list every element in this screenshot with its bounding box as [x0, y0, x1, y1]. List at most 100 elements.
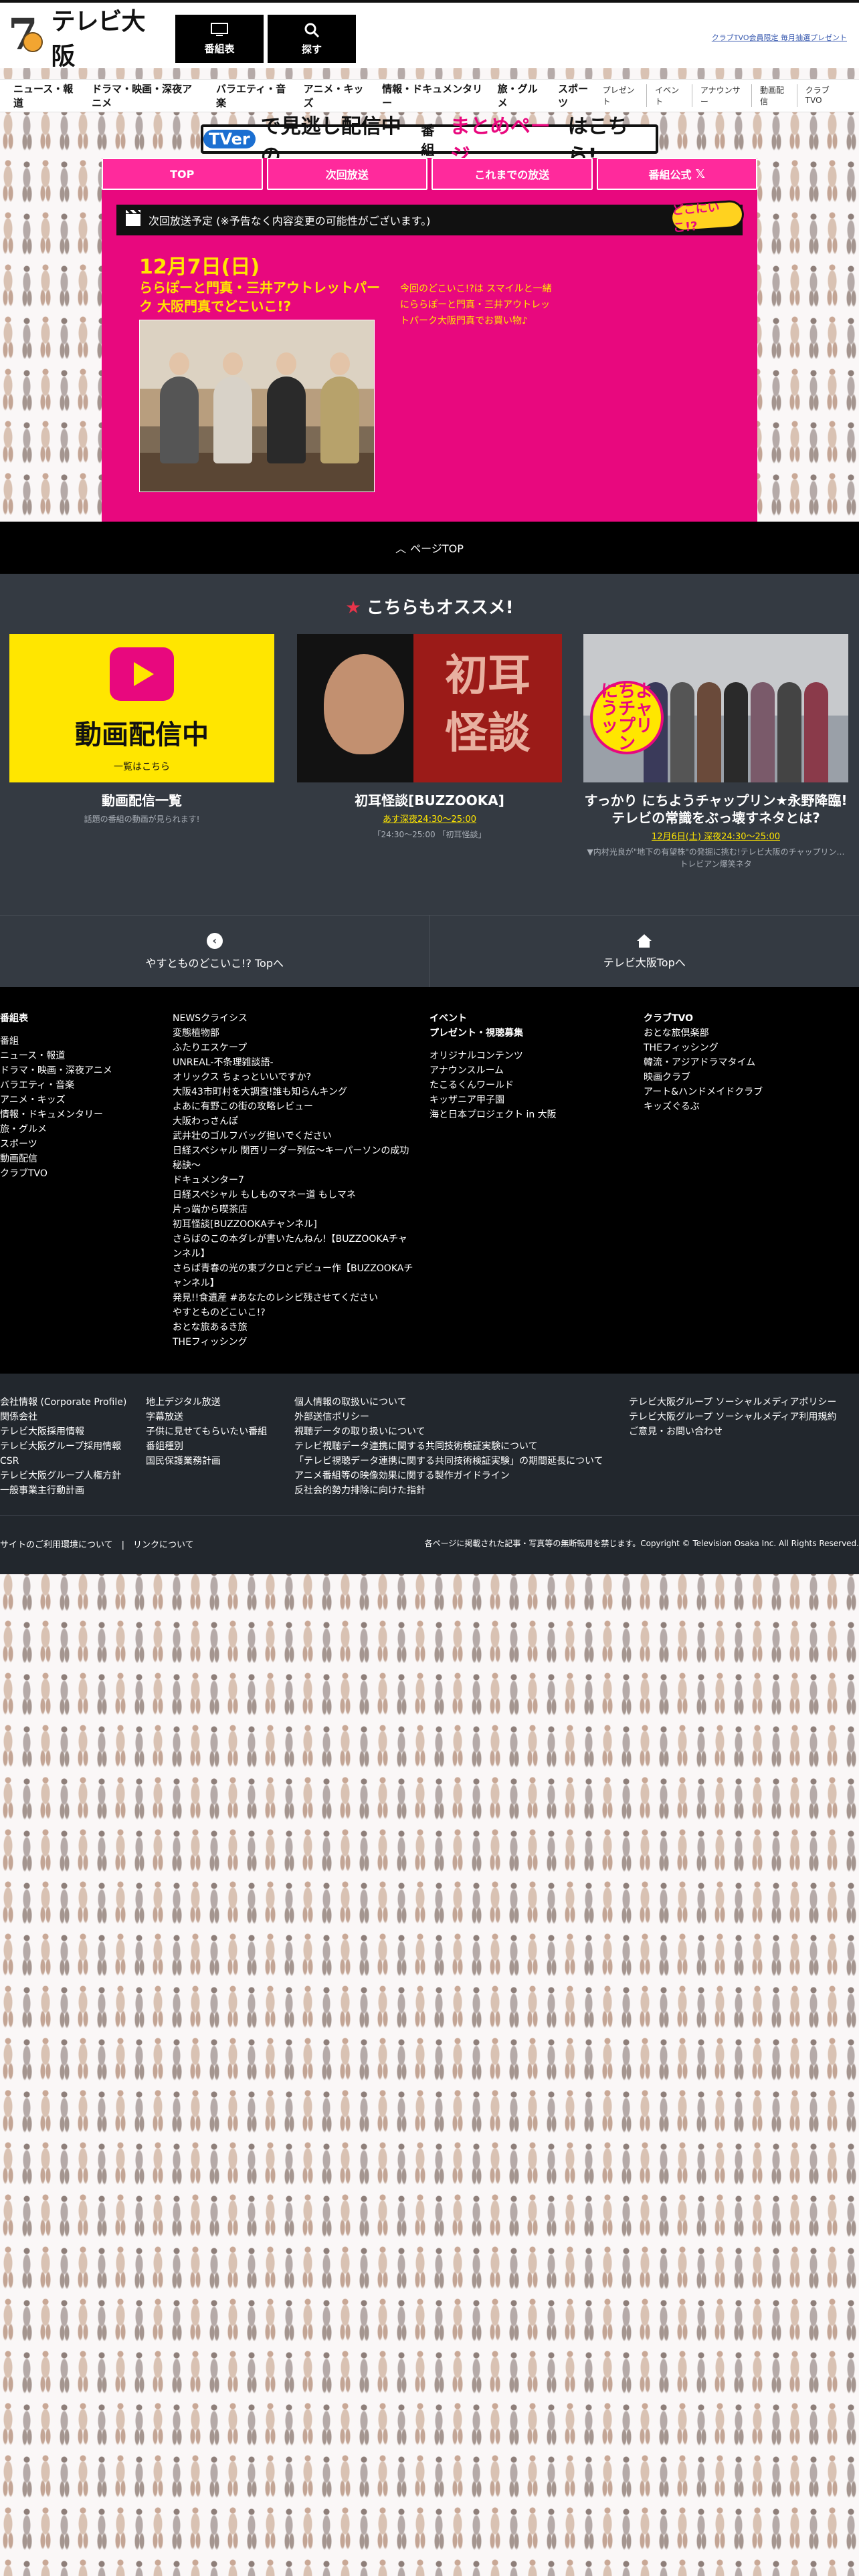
clapperboard-icon — [126, 210, 140, 226]
recommend-card-video[interactable]: 動画配信中 一覧はこちら 動画配信一覧 話題の番組の動画が見られます! — [9, 634, 274, 825]
footer-link[interactable]: さらばのこの本ダレが書いたんねん!【BUZZOOKAチャンネル】 — [173, 1232, 413, 1261]
card-airtime[interactable]: あす深夜24:30～25:00 — [297, 812, 562, 825]
tab-next[interactable]: 次回放送 — [266, 158, 427, 190]
corp-link[interactable]: 子供に見せてもらいたい番組 — [146, 1424, 267, 1439]
corp-link[interactable]: CSR — [0, 1454, 126, 1469]
footer-link[interactable]: アート&ハンドメイドクラブ — [644, 1085, 763, 1099]
tver-banner[interactable]: TVer で見逃し配信中の 番組 まとめページ はこちら! — [201, 115, 658, 168]
footer-link[interactable]: 片っ端から喫茶店 — [173, 1202, 413, 1217]
corp-link[interactable]: 視聴データの取り扱いについて — [294, 1424, 603, 1439]
site-top-link[interactable]: テレビ大阪Topへ — [430, 916, 859, 987]
footer-link[interactable]: キッザニア甲子園 — [430, 1093, 557, 1107]
site-logo[interactable]: 7 テレビ大阪 — [8, 8, 158, 70]
corp-link[interactable]: テレビ視聴データ連携に関する共同技術検証実験について — [294, 1439, 603, 1454]
footer-link[interactable]: THEフィッシング — [173, 1335, 413, 1350]
footer-link[interactable]: ニュース・報道 — [0, 1049, 112, 1063]
footer-link[interactable]: アナウンスルーム — [430, 1063, 557, 1078]
footer-link[interactable]: アニメ・キッズ — [0, 1093, 112, 1107]
nav-variety[interactable]: バラエティ・音楽 — [216, 82, 289, 110]
corp-link[interactable]: 会社情報 (Corporate Profile) — [0, 1395, 126, 1410]
nav-anime[interactable]: アニメ・キッズ — [304, 82, 368, 110]
footer-link[interactable]: オリックス ちょっといいですか? — [173, 1070, 413, 1085]
nav-present[interactable]: プレゼント — [595, 84, 647, 107]
footer-link[interactable]: 発見!!食遺産 #あなたのレシピ残させてください — [173, 1291, 413, 1305]
footer-link[interactable]: キッズぐるぶ — [644, 1099, 763, 1114]
corp-link[interactable]: 個人情報の取扱いについて — [294, 1395, 603, 1410]
episode-description: 今回のどこいこ!?は スマイルと一緒にららぽーと門真・三井アウトレットパーク大阪… — [400, 284, 552, 326]
nav-club[interactable]: クラブTVO — [796, 84, 850, 107]
footer-link[interactable]: ドラマ・映画・深夜アニメ — [0, 1063, 112, 1078]
footer-link[interactable]: 情報・ドキュメンタリー — [0, 1107, 112, 1122]
corp-link[interactable]: 外部送信ポリシー — [294, 1410, 603, 1424]
tab-top[interactable]: TOP — [102, 158, 263, 190]
recommend-card-kaidan[interactable]: 初耳怪談 初耳怪談[BUZZOOKA] あす深夜24:30～25:00 「24:… — [297, 634, 562, 841]
footer-link[interactable]: オリジナルコンテンツ — [430, 1049, 557, 1063]
nav-sports[interactable]: スポーツ — [558, 82, 594, 110]
corp-link[interactable]: 一般事業主行動計画 — [0, 1483, 126, 1498]
footer-link[interactable]: 動画配信 — [0, 1152, 112, 1166]
footer-link[interactable]: 番組 — [0, 1034, 112, 1049]
card-airtime[interactable]: 12月6日(土) 深夜24:30～25:00 — [583, 829, 848, 842]
tab-official-x[interactable]: 番組公式 𝕏 — [596, 158, 757, 190]
nav-news[interactable]: ニュース・報道 — [13, 82, 77, 110]
footer-link[interactable]: 武井壮のゴルフバッグ担いでください — [173, 1129, 413, 1144]
corp-link[interactable]: 字幕放送 — [146, 1410, 267, 1424]
footer-link[interactable]: 初耳怪談[BUZZOOKAチャンネル] — [173, 1217, 413, 1232]
corp-link[interactable]: 「テレビ視聴データ連携に関する共同技術検証実験」の期間延長について — [294, 1454, 603, 1469]
corp-link[interactable]: ご意見・お問い合わせ — [629, 1424, 836, 1439]
footer-link[interactable]: 大阪わっさんぽ — [173, 1114, 413, 1129]
footer-link[interactable]: おとな旅あるき旅 — [173, 1320, 413, 1335]
footer-link[interactable]: 韓流・アジアドラマタイム — [644, 1055, 763, 1070]
footer-link[interactable]: おとな旅倶楽部 — [644, 1026, 763, 1041]
footer-link[interactable]: 大阪43市町村を大調査!誰も知らんキング — [173, 1085, 413, 1099]
corp-link[interactable]: 地上デジタル放送 — [146, 1395, 267, 1410]
footer-link[interactable]: ふたりエスケープ — [173, 1041, 413, 1055]
nav-documentary[interactable]: 情報・ドキュメンタリー — [382, 82, 483, 110]
corp-link[interactable]: テレビ大阪採用情報 — [0, 1424, 126, 1439]
footer-link[interactable]: 映画クラブ — [644, 1070, 763, 1085]
site-usage-links[interactable]: サイトのご利用環境について | リンクについて — [0, 1537, 194, 1550]
footer-link[interactable]: ドキュメンター7 — [173, 1173, 413, 1188]
corp-link[interactable]: テレビ大阪グループ人権方針 — [0, 1469, 126, 1483]
present-promo-link[interactable]: クラブTVO会員限定 毎月抽選プレゼント — [712, 32, 847, 43]
footer-link[interactable]: やすとものどこいこ!? — [173, 1305, 413, 1320]
recommend-card-chaplin[interactable]: にちようチャップリン すっかり にちようチャップリン★永野降臨! テレビの常識を… — [583, 634, 848, 870]
schedule-button[interactable]: 番組表 — [175, 15, 264, 63]
footer-link[interactable]: 変態植物部 — [173, 1026, 413, 1041]
footer-link[interactable]: 日経スペシャル 関西リーダー列伝～キーパーソンの成功秘訣～ — [173, 1144, 413, 1173]
corp-link[interactable]: テレビ大阪グループ ソーシャルメディアポリシー — [629, 1395, 836, 1410]
footer-link[interactable]: 日経スペシャル もしものマネー道 もしマネ — [173, 1188, 413, 1202]
footer-link[interactable]: 旅・グルメ — [0, 1122, 112, 1137]
corp-link[interactable]: アニメ番組等の映像効果に関する製作ガイドライン — [294, 1469, 603, 1483]
corp-link[interactable]: 関係会社 — [0, 1410, 126, 1424]
search-button[interactable]: 探す — [268, 15, 356, 63]
footer-link[interactable]: よあに有野この街の攻略レビュー — [173, 1099, 413, 1114]
footer-link[interactable]: NEWSクライシス — [173, 1011, 413, 1026]
footer-link[interactable]: たこるくんワールド — [430, 1078, 557, 1093]
program-top-link[interactable]: ‹ やすとものどこいこ!? Topへ — [0, 916, 430, 987]
footer-link[interactable]: 海と日本プロジェクト in 大阪 — [430, 1107, 557, 1122]
footer-link[interactable]: UNREAL-不条理雑談語- — [173, 1055, 413, 1070]
nav-drama[interactable]: ドラマ・映画・深夜アニメ — [92, 82, 201, 110]
footer-link[interactable]: THEフィッシング — [644, 1041, 763, 1055]
footer-link[interactable]: クラブTVO — [0, 1166, 112, 1181]
corp-link[interactable]: テレビ大阪グループ採用情報 — [0, 1439, 126, 1454]
logo-text: テレビ大阪 — [51, 8, 146, 70]
footer-link[interactable]: バラエティ・音楽 — [0, 1078, 112, 1093]
corp-link[interactable]: 国民保護業務計画 — [146, 1454, 267, 1469]
footer-heading[interactable]: 番組表 — [0, 1011, 112, 1026]
nav-video[interactable]: 動画配信 — [751, 84, 797, 107]
corp-link[interactable]: 反社会的勢力排除に向けた指針 — [294, 1483, 603, 1498]
corp-link[interactable]: テレビ大阪グループ ソーシャルメディア利用規約 — [629, 1410, 836, 1424]
nav-event[interactable]: イベント — [646, 84, 692, 107]
footer-heading[interactable]: イベント — [430, 1011, 557, 1026]
footer-heading[interactable]: クラブTVO — [644, 1011, 763, 1026]
corp-link[interactable]: 番組種別 — [146, 1439, 267, 1454]
nav-gourmet[interactable]: 旅・グルメ — [498, 82, 543, 110]
footer-heading[interactable]: プレゼント・視聴募集 — [430, 1026, 557, 1041]
footer-link[interactable]: さらば青春の光の東ブクロとデビュー作【BUZZOOKAチャンネル】 — [173, 1261, 413, 1291]
tab-archive[interactable]: これまでの放送 — [432, 158, 593, 190]
nav-announcer[interactable]: アナウンサー — [691, 84, 751, 107]
page-top-button[interactable]: ︿ ページTOP — [0, 522, 859, 574]
footer-link[interactable]: スポーツ — [0, 1137, 112, 1152]
